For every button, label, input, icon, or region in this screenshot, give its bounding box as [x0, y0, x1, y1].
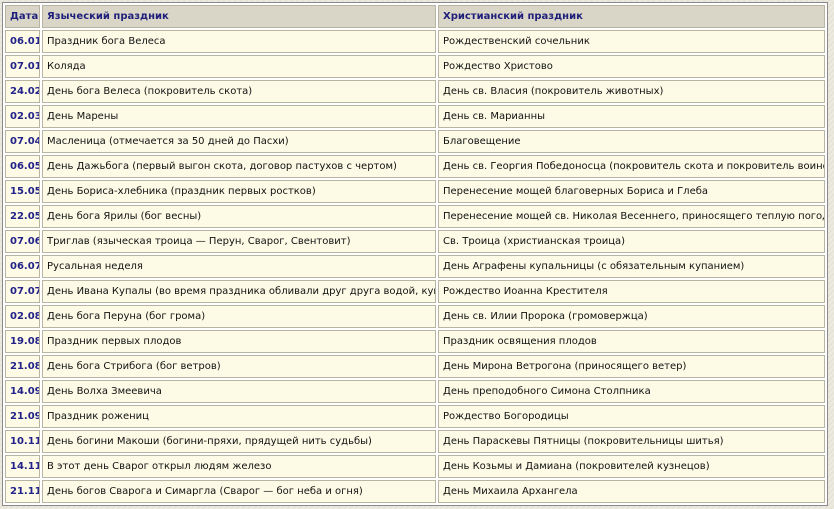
column-header-date: Дата	[5, 5, 40, 28]
table-row: 19.08 Праздник первых плодов Праздник освя…	[5, 330, 825, 353]
cell-date: 07.01	[5, 55, 40, 78]
cell-date: 21.08	[5, 355, 40, 378]
cell-pagan-holiday: День бога Ярилы (бог весны)	[42, 205, 436, 228]
cell-christian-holiday: Рождество Богородицы	[438, 405, 825, 428]
table-row: 07.01 Коляда Рождество Христово	[5, 55, 825, 78]
table-row: 06.07 Русальная неделя День Аграфены купал…	[5, 255, 825, 278]
cell-christian-holiday: День св. Илии Пророка (громовержца)	[438, 305, 825, 328]
cell-date: 22.05	[5, 205, 40, 228]
holidays-table: Дата Языческий праздник Христианский пра…	[2, 2, 828, 506]
cell-date: 07.06	[5, 230, 40, 253]
table-row: 21.08 День бога Стрибога (бог ветров) День…	[5, 355, 825, 378]
cell-christian-holiday: День преподобного Симона Столпника	[438, 380, 825, 403]
cell-christian-holiday: День Мирона Ветрогона (приносящего ветер…	[438, 355, 825, 378]
cell-christian-holiday: День Аграфены купальницы (с обязательным…	[438, 255, 825, 278]
table-row: 10.11 День богини Макоши (богини-пряхи, п…	[5, 430, 825, 453]
cell-christian-holiday: День Козьмы и Дамиана (покровителей кузн…	[438, 455, 825, 478]
cell-pagan-holiday: Праздник первых плодов	[42, 330, 436, 353]
cell-christian-holiday: Праздник освящения плодов	[438, 330, 825, 353]
table-row: 07.06 Триглав (языческая троица — Перун, …	[5, 230, 825, 253]
table-header-row: Дата Языческий праздник Христианский пра…	[5, 5, 825, 28]
cell-date: 21.09	[5, 405, 40, 428]
cell-christian-holiday: День Параскевы Пятницы (покровительницы …	[438, 430, 825, 453]
cell-pagan-holiday: День Бориса-хлебника (праздник первых ро…	[42, 180, 436, 203]
table-body: 06.01 Праздник бога Велеса Рождественский …	[5, 30, 825, 503]
cell-date: 10.11	[5, 430, 40, 453]
table-row: 21.11 День богов Сварога и Симаргла (Свар…	[5, 480, 825, 503]
page-background: Дата Языческий праздник Христианский пра…	[0, 0, 834, 509]
cell-date: 14.11	[5, 455, 40, 478]
cell-christian-holiday: День Михаила Архангела	[438, 480, 825, 503]
cell-pagan-holiday: День Дажьбога (первый выгон скота, догов…	[42, 155, 436, 178]
cell-date: 07.07	[5, 280, 40, 303]
cell-date: 21.11	[5, 480, 40, 503]
cell-christian-holiday: Рождество Иоанна Крестителя	[438, 280, 825, 303]
cell-pagan-holiday: Масленица (отмечается за 50 дней до Пасх…	[42, 130, 436, 153]
cell-pagan-holiday: Праздник рожениц	[42, 405, 436, 428]
cell-pagan-holiday: Триглав (языческая троица — Перун, Сваро…	[42, 230, 436, 253]
column-header-pagan: Языческий праздник	[42, 5, 436, 28]
cell-pagan-holiday: День Марены	[42, 105, 436, 128]
table-row: 22.05 День бога Ярилы (бог весны) Перенесе…	[5, 205, 825, 228]
table-row: 07.07 День Ивана Купалы (во время праздни…	[5, 280, 825, 303]
cell-pagan-holiday: День бога Стрибога (бог ветров)	[42, 355, 436, 378]
cell-date: 02.08	[5, 305, 40, 328]
table-row: 06.05 День Дажьбога (первый выгон скота, …	[5, 155, 825, 178]
cell-date: 06.01	[5, 30, 40, 53]
cell-pagan-holiday: День Волха Змеевича	[42, 380, 436, 403]
cell-date: 19.08	[5, 330, 40, 353]
cell-date: 02.03	[5, 105, 40, 128]
table-row: 07.04 Масленица (отмечается за 50 дней до…	[5, 130, 825, 153]
cell-christian-holiday: Перенесение мощей благоверных Бориса и Г…	[438, 180, 825, 203]
cell-pagan-holiday: Коляда	[42, 55, 436, 78]
cell-date: 14.09	[5, 380, 40, 403]
cell-date: 06.05	[5, 155, 40, 178]
cell-christian-holiday: День св. Власия (покровитель животных)	[438, 80, 825, 103]
cell-christian-holiday: Рождество Христово	[438, 55, 825, 78]
cell-pagan-holiday: Русальная неделя	[42, 255, 436, 278]
cell-pagan-holiday: День Ивана Купалы (во время праздника об…	[42, 280, 436, 303]
cell-date: 06.07	[5, 255, 40, 278]
cell-christian-holiday: Благовещение	[438, 130, 825, 153]
cell-christian-holiday: День св. Марианны	[438, 105, 825, 128]
table-row: 14.11 В этот день Сварог открыл людям жел…	[5, 455, 825, 478]
table-row: 02.03 День Марены День св. Марианны	[5, 105, 825, 128]
table-row: 21.09 Праздник рожениц Рождество Богородиц…	[5, 405, 825, 428]
table-row: 14.09 День Волха Змеевича День преподобног…	[5, 380, 825, 403]
column-header-christian: Христианский праздник	[438, 5, 825, 28]
cell-pagan-holiday: День бога Перуна (бог грома)	[42, 305, 436, 328]
cell-pagan-holiday: День богов Сварога и Симаргла (Сварог — …	[42, 480, 436, 503]
table-row: 24.02 День бога Велеса (покровитель скота…	[5, 80, 825, 103]
cell-christian-holiday: Св. Троица (христианская троица)	[438, 230, 825, 253]
cell-date: 15.05	[5, 180, 40, 203]
table-row: 15.05 День Бориса-хлебника (праздник перв…	[5, 180, 825, 203]
cell-pagan-holiday: В этот день Сварог открыл людям железо	[42, 455, 436, 478]
cell-pagan-holiday: День богини Макоши (богини-пряхи, прядущ…	[42, 430, 436, 453]
cell-pagan-holiday: Праздник бога Велеса	[42, 30, 436, 53]
table-row: 02.08 День бога Перуна (бог грома) День св…	[5, 305, 825, 328]
table-row: 06.01 Праздник бога Велеса Рождественский …	[5, 30, 825, 53]
cell-christian-holiday: Рождественский сочельник	[438, 30, 825, 53]
cell-christian-holiday: Перенесение мощей св. Николая Весеннего,…	[438, 205, 825, 228]
cell-date: 24.02	[5, 80, 40, 103]
cell-date: 07.04	[5, 130, 40, 153]
cell-christian-holiday: День св. Георгия Победоносца (покровител…	[438, 155, 825, 178]
cell-pagan-holiday: День бога Велеса (покровитель скота)	[42, 80, 436, 103]
